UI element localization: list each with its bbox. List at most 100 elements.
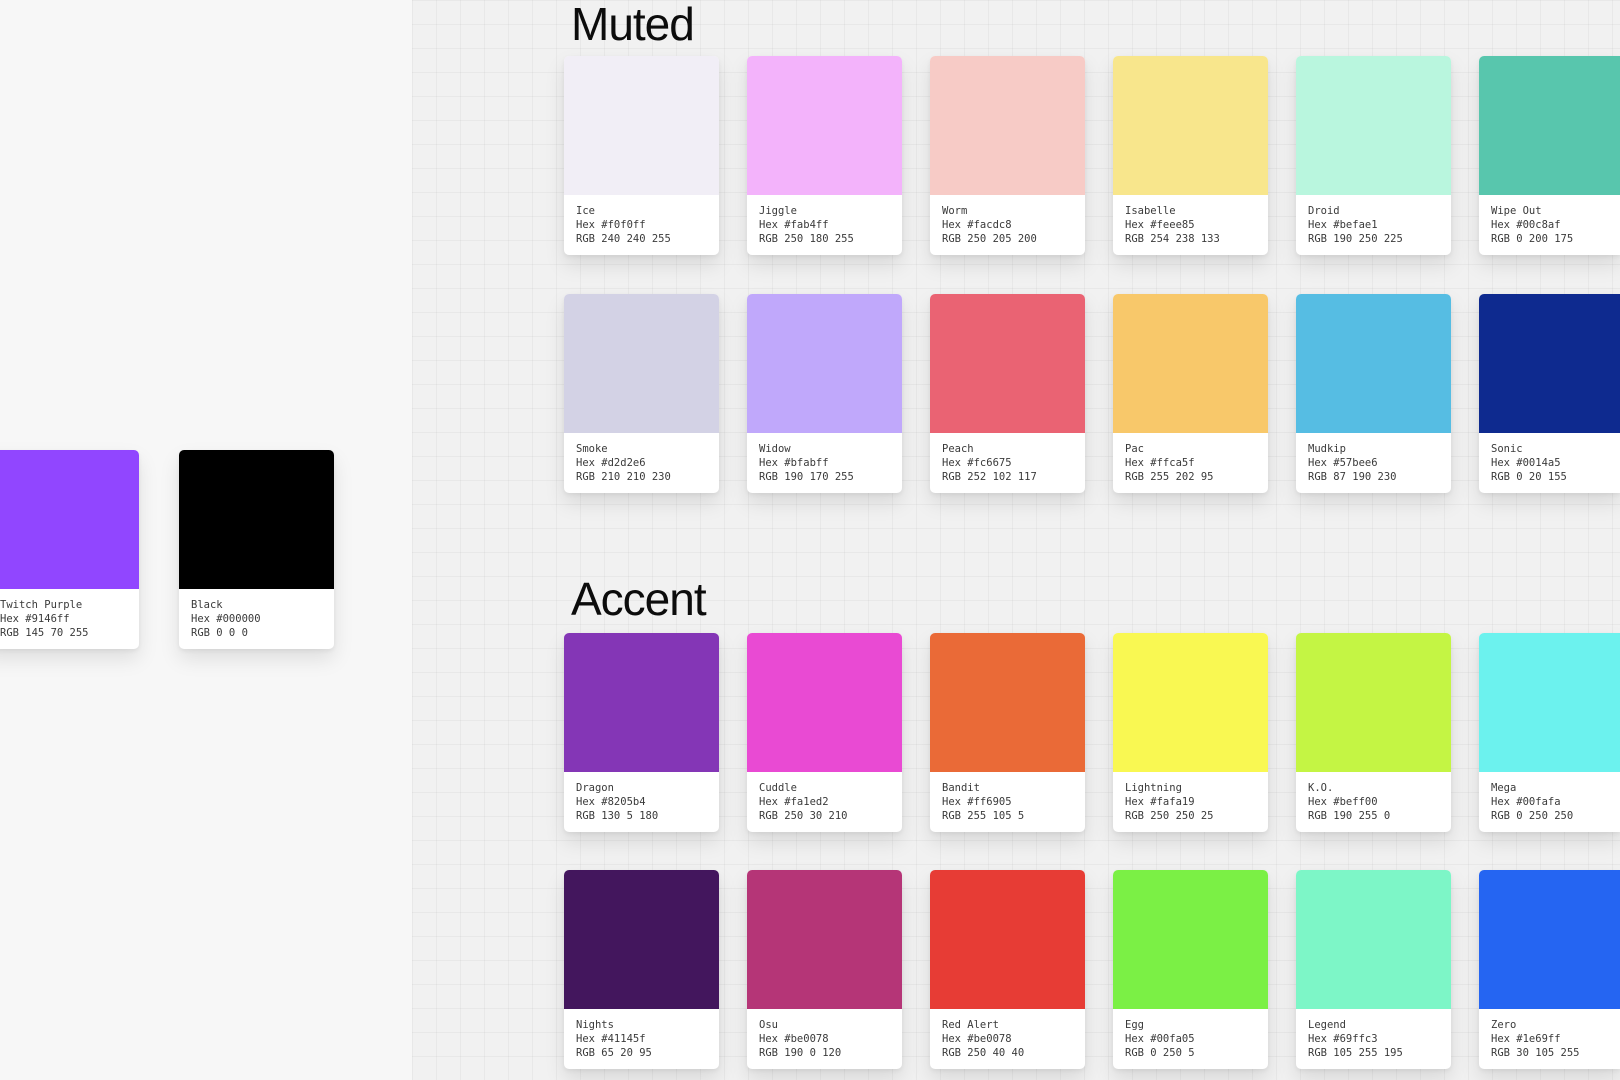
swatch-card-smoke[interactable]: Smoke Hex #d2d2e6 RGB 210 210 230 — [564, 294, 719, 493]
swatch-rgb: RGB 252 102 117 — [942, 471, 1037, 483]
swatch-rgb: RGB 190 255 0 — [1308, 810, 1391, 822]
swatch-card-sonic[interactable]: Sonic Hex #0014a5 RGB 0 20 155 — [1479, 294, 1620, 493]
swatch-rgb: RGB 190 170 255 — [759, 471, 854, 483]
swatch-name: Mudkip — [1308, 443, 1346, 455]
swatch-color — [1479, 56, 1620, 195]
swatch-rgb: RGB 0 20 155 — [1491, 471, 1567, 483]
swatch-name: Twitch Purple — [0, 599, 83, 611]
swatch-hex: Hex #feee85 — [1125, 219, 1195, 231]
swatch-hex: Hex #fa1ed2 — [759, 796, 829, 808]
swatch-hex: Hex #9146ff — [0, 613, 70, 625]
swatch-card-worm[interactable]: Worm Hex #facdc8 RGB 250 205 200 — [930, 56, 1085, 255]
swatch-color — [564, 870, 719, 1009]
swatch-rgb: RGB 255 105 5 — [942, 810, 1025, 822]
swatch-hex: Hex #fc6675 — [942, 457, 1012, 469]
swatch-hex: Hex #be0078 — [759, 1033, 829, 1045]
swatch-color — [1113, 56, 1268, 195]
swatch-hex: Hex #000000 — [191, 613, 261, 625]
swatch-rgb: RGB 250 180 255 — [759, 233, 854, 245]
swatch-hex: Hex #f0f0ff — [576, 219, 646, 231]
swatch-card-black[interactable]: Black Hex #000000 RGB 0 0 0 — [179, 450, 334, 649]
swatch-card-isabelle[interactable]: Isabelle Hex #feee85 RGB 254 238 133 — [1113, 56, 1268, 255]
swatch-rgb: RGB 250 250 25 — [1125, 810, 1214, 822]
swatch-color — [930, 870, 1085, 1009]
swatch-card-legend[interactable]: Legend Hex #69ffc3 RGB 105 255 195 — [1296, 870, 1451, 1069]
swatch-rgb: RGB 255 202 95 — [1125, 471, 1214, 483]
swatch-rgb: RGB 190 250 225 — [1308, 233, 1403, 245]
swatch-color — [930, 633, 1085, 772]
swatch-hex: Hex #41145f — [576, 1033, 646, 1045]
swatch-card-zero[interactable]: Zero Hex #1e69ff RGB 30 105 255 — [1479, 870, 1620, 1069]
swatch-card-bandit[interactable]: Bandit Hex #ff6905 RGB 255 105 5 — [930, 633, 1085, 832]
swatch-color — [1479, 870, 1620, 1009]
swatch-hex: Hex #facdc8 — [942, 219, 1012, 231]
swatch-hex: Hex #69ffc3 — [1308, 1033, 1378, 1045]
swatch-color — [1479, 633, 1620, 772]
swatch-color — [0, 450, 139, 589]
swatch-name: Worm — [942, 205, 968, 217]
swatch-hex: Hex #befae1 — [1308, 219, 1378, 231]
section-title-accent: Accent — [571, 573, 707, 625]
swatch-rgb: RGB 250 30 210 — [759, 810, 848, 822]
swatch-name: Pac — [1125, 443, 1144, 455]
swatch-card-jiggle[interactable]: Jiggle Hex #fab4ff RGB 250 180 255 — [747, 56, 902, 255]
swatch-name: Ice — [576, 205, 595, 217]
swatch-hex: Hex #bfabff — [759, 457, 829, 469]
swatch-name: Osu — [759, 1019, 778, 1031]
swatch-hex: Hex #57bee6 — [1308, 457, 1378, 469]
swatch-card-ko[interactable]: K.O. Hex #beff00 RGB 190 255 0 — [1296, 633, 1451, 832]
swatch-card-peach[interactable]: Peach Hex #fc6675 RGB 252 102 117 — [930, 294, 1085, 493]
swatch-hex: Hex #00c8af — [1491, 219, 1561, 231]
swatch-name: Black — [191, 599, 223, 611]
swatch-hex: Hex #ffca5f — [1125, 457, 1195, 469]
swatch-hex: Hex #ff6905 — [942, 796, 1012, 808]
swatch-card-mudkip[interactable]: Mudkip Hex #57bee6 RGB 87 190 230 — [1296, 294, 1451, 493]
swatch-name: K.O. — [1308, 782, 1334, 794]
swatch-card-red-alert[interactable]: Red Alert Hex #be0078 RGB 250 40 40 — [930, 870, 1085, 1069]
swatch-color — [564, 56, 719, 195]
swatch-name: Legend — [1308, 1019, 1346, 1031]
swatch-card-lightning[interactable]: Lightning Hex #fafa19 RGB 250 250 25 — [1113, 633, 1268, 832]
swatch-card-pac[interactable]: Pac Hex #ffca5f RGB 255 202 95 — [1113, 294, 1268, 493]
swatch-card-wipe-out[interactable]: Wipe Out Hex #00c8af RGB 0 200 175 — [1479, 56, 1620, 255]
swatch-name: Lightning — [1125, 782, 1182, 794]
swatch-rgb: RGB 254 238 133 — [1125, 233, 1220, 245]
swatch-hex: Hex #fab4ff — [759, 219, 829, 231]
swatch-rgb: RGB 240 240 255 — [576, 233, 671, 245]
swatch-hex: Hex #8205b4 — [576, 796, 646, 808]
swatch-name: Zero — [1491, 1019, 1517, 1031]
swatch-card-nights[interactable]: Nights Hex #41145f RGB 65 20 95 — [564, 870, 719, 1069]
swatch-color — [1113, 870, 1268, 1009]
swatch-hex: Hex #00fafa — [1491, 796, 1561, 808]
swatch-card-droid[interactable]: Droid Hex #befae1 RGB 190 250 225 — [1296, 56, 1451, 255]
swatch-rgb: RGB 0 200 175 — [1491, 233, 1574, 245]
swatch-color — [1113, 633, 1268, 772]
swatch-rgb: RGB 30 105 255 — [1491, 1047, 1580, 1059]
swatch-name: Mega — [1491, 782, 1517, 794]
swatch-card-dragon[interactable]: Dragon Hex #8205b4 RGB 130 5 180 — [564, 633, 719, 832]
swatch-color — [179, 450, 334, 589]
swatch-card-twitch-purple[interactable]: Twitch Purple Hex #9146ff RGB 145 70 255 — [0, 450, 139, 649]
swatch-card-osu[interactable]: Osu Hex #be0078 RGB 190 0 120 — [747, 870, 902, 1069]
swatch-card-ice[interactable]: Ice Hex #f0f0ff RGB 240 240 255 — [564, 56, 719, 255]
swatch-rgb: RGB 250 205 200 — [942, 233, 1037, 245]
swatch-name: Wipe Out — [1491, 205, 1542, 217]
swatch-hex: Hex #be0078 — [942, 1033, 1012, 1045]
swatch-name: Nights — [576, 1019, 614, 1031]
swatch-rgb: RGB 130 5 180 — [576, 810, 659, 822]
swatch-card-cuddle[interactable]: Cuddle Hex #fa1ed2 RGB 250 30 210 — [747, 633, 902, 832]
swatch-rgb: RGB 87 190 230 — [1308, 471, 1397, 483]
swatch-card-egg[interactable]: Egg Hex #00fa05 RGB 0 250 5 — [1113, 870, 1268, 1069]
swatch-card-widow[interactable]: Widow Hex #bfabff RGB 190 170 255 — [747, 294, 902, 493]
swatch-hex: Hex #00fa05 — [1125, 1033, 1195, 1045]
swatch-color — [564, 294, 719, 433]
swatch-name: Red Alert — [942, 1019, 999, 1031]
brand-panel: Twitch Purple Hex #9146ff RGB 145 70 255… — [0, 0, 412, 1080]
swatch-name: Bandit — [942, 782, 980, 794]
swatch-name: Sonic — [1491, 443, 1523, 455]
swatch-rgb: RGB 0 250 5 — [1125, 1047, 1195, 1059]
section-title-muted: Muted — [571, 0, 695, 50]
swatch-name: Isabelle — [1125, 205, 1176, 217]
swatch-card-mega[interactable]: Mega Hex #00fafa RGB 0 250 250 — [1479, 633, 1620, 832]
swatch-color — [1296, 870, 1451, 1009]
